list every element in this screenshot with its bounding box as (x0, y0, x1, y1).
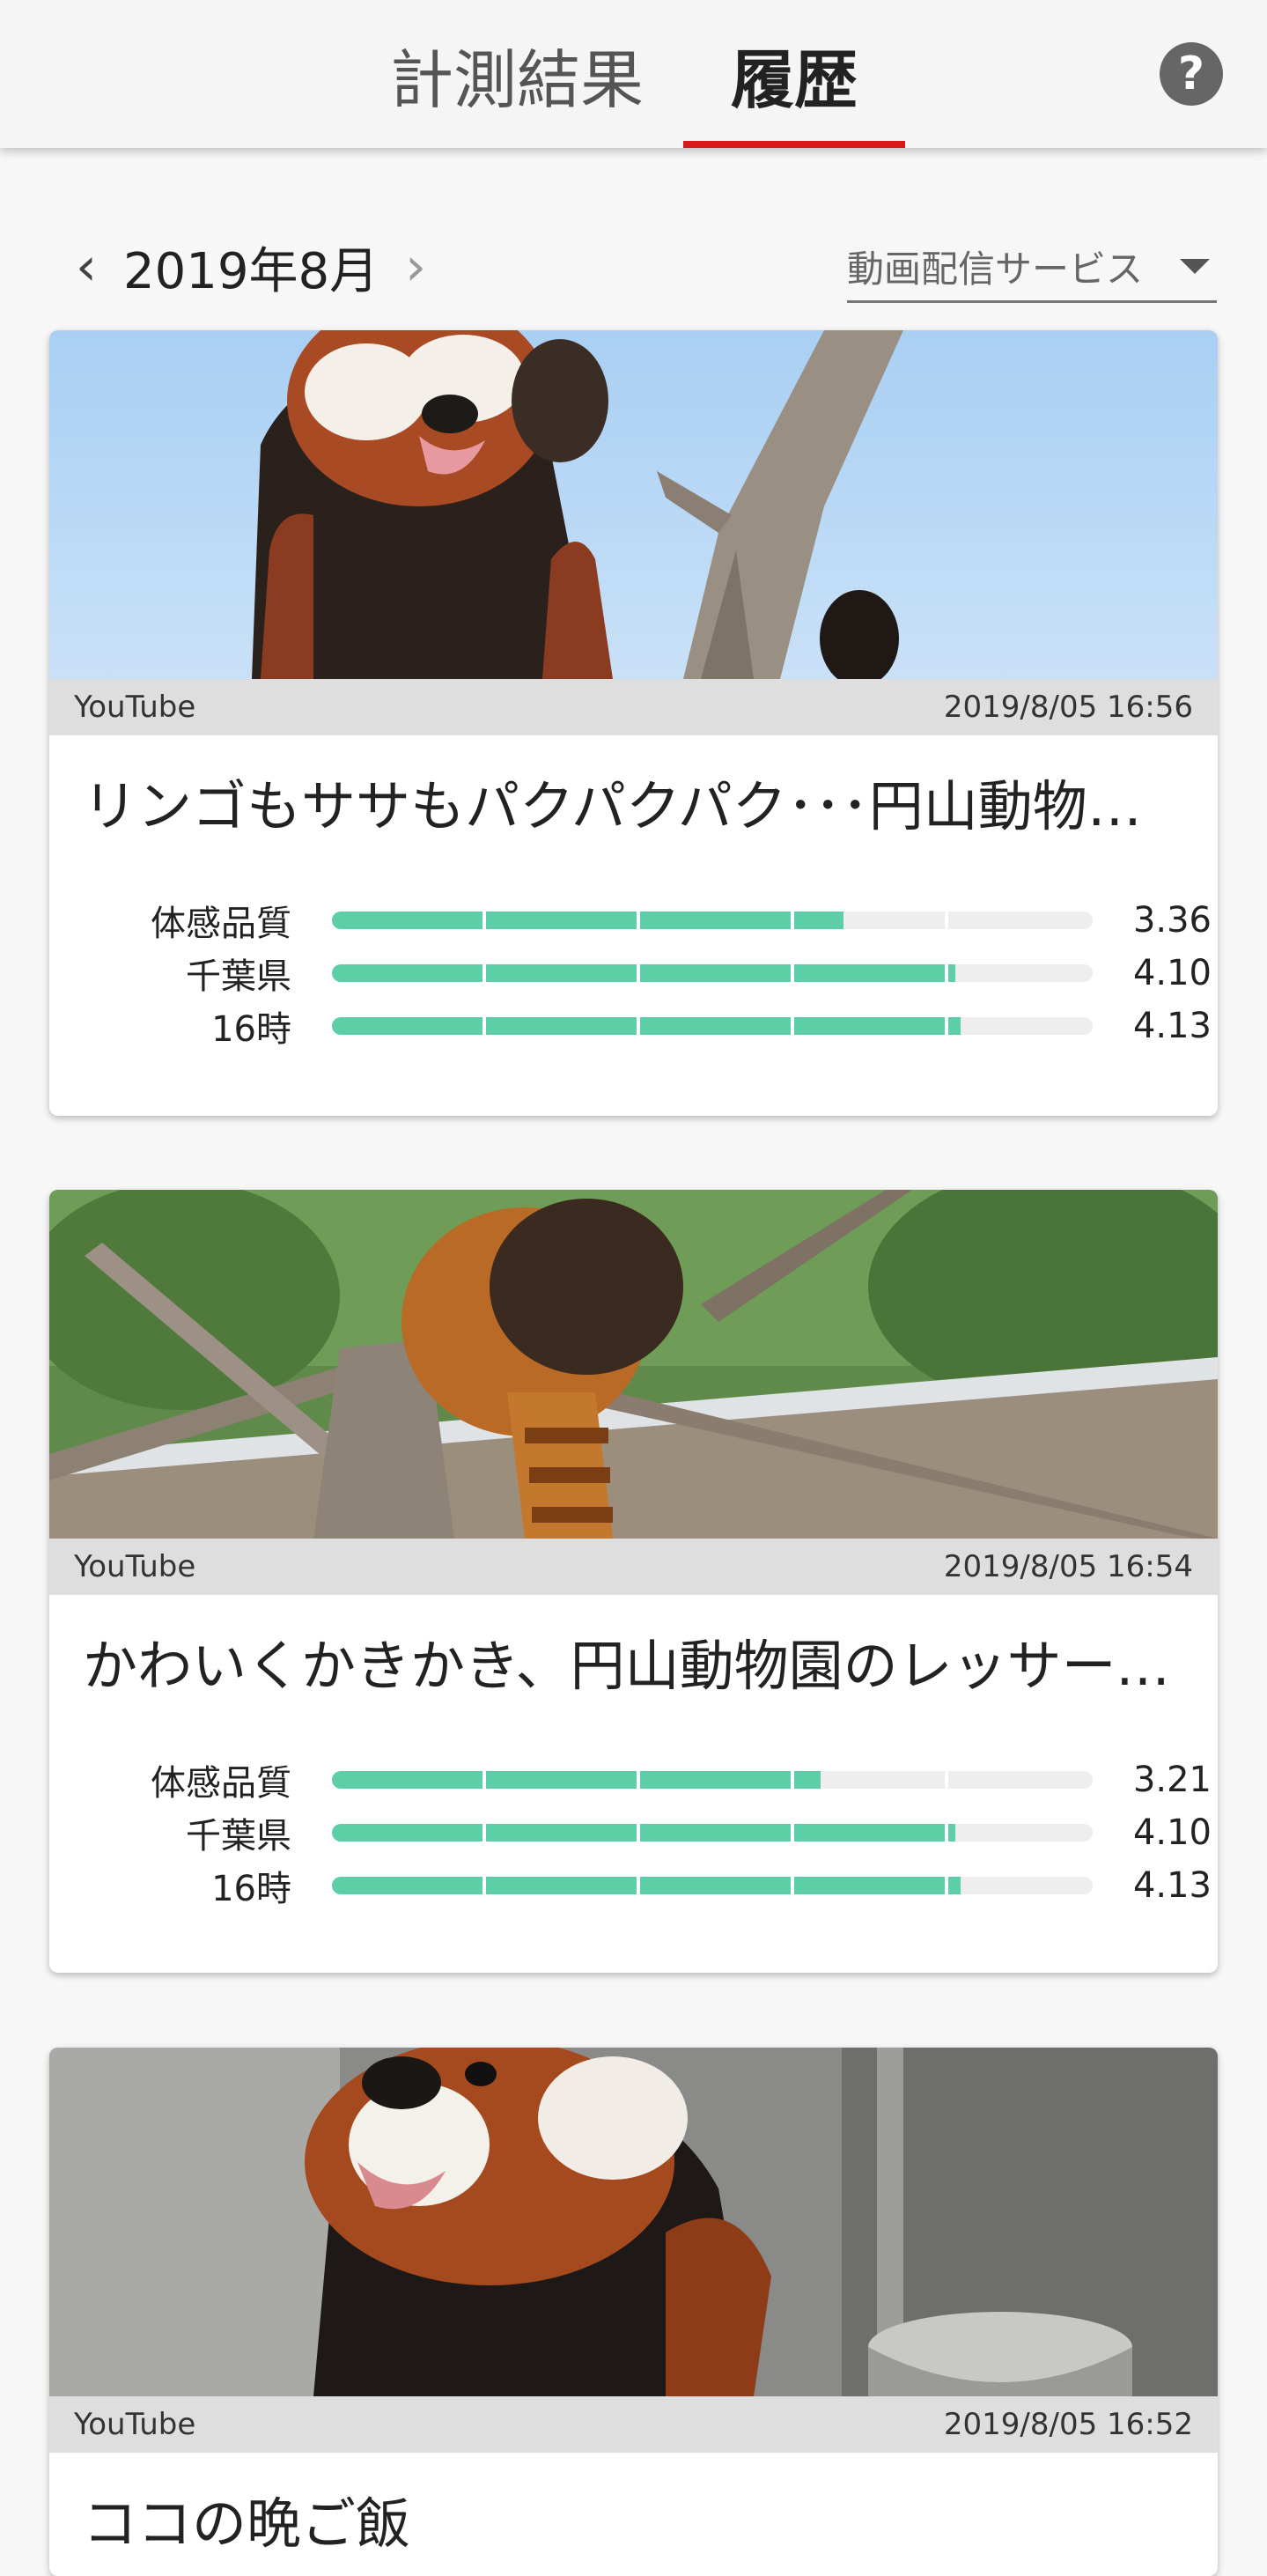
metric-value: 4.10 (1132, 953, 1212, 993)
service-filter-dropdown[interactable]: 動画配信サービス (847, 233, 1217, 303)
score-fill (332, 1017, 961, 1035)
metric-label: 16時 (211, 1009, 291, 1050)
metric-value: 3.21 (1132, 1760, 1212, 1800)
timestamp: 2019/8/05 16:56 (943, 690, 1193, 725)
chevron-left-icon[interactable]: ‹ (69, 236, 104, 298)
service-name: YouTube (74, 2407, 196, 2442)
timestamp: 2019/8/05 16:52 (943, 2407, 1193, 2442)
metric-label: 体感品質 (151, 1763, 291, 1804)
tab-history[interactable]: 履歴 (683, 0, 905, 148)
history-card[interactable]: YouTube 2019/8/05 16:54 かわいくかきかき、円山動物園のレ… (49, 1190, 1218, 1973)
video-title: ココの晩ご飯 (83, 2491, 411, 2556)
video-thumbnail (49, 1190, 1218, 1539)
score-fill (332, 1824, 956, 1842)
app-header: 計測結果 履歴 ? (0, 0, 1267, 148)
score-bar (332, 1017, 1093, 1035)
score-fill (332, 964, 956, 982)
score-bar (332, 1877, 1093, 1894)
score-bar (332, 1824, 1093, 1842)
card-meta-bar: YouTube 2019/8/05 16:54 (49, 1539, 1218, 1595)
metric-value: 3.36 (1132, 900, 1212, 941)
month-navigator: ‹ 2019年8月 › (69, 229, 433, 305)
metric-label: 体感品質 (151, 904, 291, 944)
metric-row: 16時 4.13 (85, 1004, 1212, 1050)
caret-down-icon (1180, 259, 1210, 274)
metric-row: 体感品質 3.36 (85, 898, 1212, 944)
card-meta-bar: YouTube 2019/8/05 16:52 (49, 2396, 1218, 2453)
metric-value: 4.10 (1132, 1812, 1212, 1853)
video-title: かわいくかきかき、円山動物園のレッサーパンダ (83, 1634, 1183, 1698)
video-thumbnail (49, 330, 1218, 679)
help-icon[interactable]: ? (1160, 42, 1223, 106)
history-card[interactable]: YouTube 2019/8/05 16:56 リンゴもササもパクパクパク･･･… (49, 330, 1218, 1116)
timestamp: 2019/8/05 16:54 (943, 1549, 1193, 1584)
tab-measurement-results[interactable]: 計測結果 (380, 0, 653, 148)
video-thumbnail (49, 2048, 1218, 2396)
metric-row: 16時 4.13 (85, 1864, 1212, 1909)
video-title: リンゴもササもパクパクパク･･･円山動物園のレッサーパンダ (83, 774, 1183, 838)
score-bar (332, 912, 1093, 929)
metric-row: 体感品質 3.21 (85, 1758, 1212, 1804)
metric-label: 16時 (211, 1869, 291, 1909)
metric-value: 4.13 (1132, 1006, 1212, 1046)
active-tab-indicator (683, 141, 905, 148)
metric-value: 4.13 (1132, 1865, 1212, 1906)
score-fill (332, 1771, 821, 1789)
score-fill (332, 1877, 961, 1894)
metric-label: 千葉県 (186, 1816, 291, 1856)
metric-label: 千葉県 (186, 956, 291, 997)
service-name: YouTube (74, 1549, 196, 1584)
chevron-right-icon[interactable]: › (398, 236, 433, 298)
service-name: YouTube (74, 690, 196, 725)
card-meta-bar: YouTube 2019/8/05 16:56 (49, 679, 1218, 735)
month-label: 2019年8月 (123, 242, 379, 300)
service-filter-value: 動画配信サービス (847, 247, 1144, 291)
metric-row: 千葉県 4.10 (85, 951, 1212, 997)
history-card[interactable]: YouTube 2019/8/05 16:52 ココの晩ご飯 (49, 2048, 1218, 2576)
score-bar (332, 1771, 1093, 1789)
score-bar (332, 964, 1093, 982)
metric-row: 千葉県 4.10 (85, 1811, 1212, 1856)
score-fill (332, 912, 843, 929)
